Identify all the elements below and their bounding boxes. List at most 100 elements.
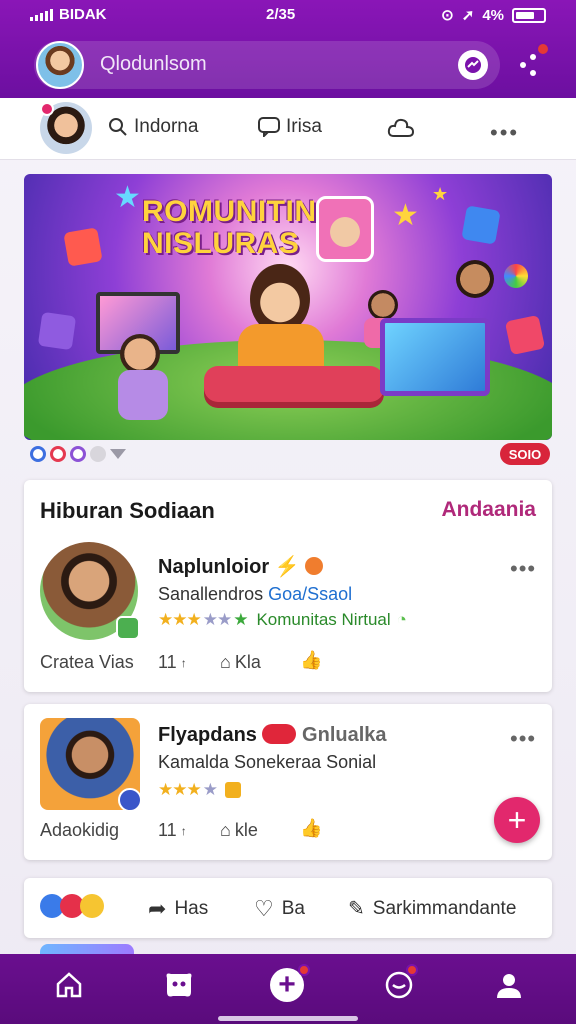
card2-subline: Kamalda Sonekeraa Sonial	[158, 752, 377, 772]
banner-title-line1: ROMUNITIN	[142, 195, 317, 228]
home-indicator[interactable]	[218, 1016, 358, 1021]
banner-badge: SOIO	[500, 443, 550, 465]
search-bar[interactable]: Qlodunlsom	[34, 41, 500, 89]
tab-chat[interactable]: Irisa	[258, 116, 322, 138]
card2-like-label: kle	[234, 820, 258, 840]
pager-dot[interactable]	[90, 446, 106, 462]
banner-title: ROMUNITIN NISLURAS	[142, 196, 316, 260]
home-icon	[56, 972, 82, 998]
chat-badge	[406, 964, 418, 976]
banner-pager[interactable]	[30, 446, 126, 462]
share-button[interactable]	[516, 42, 550, 80]
pager-dot[interactable]	[70, 446, 86, 462]
tab-create[interactable]: +	[270, 964, 310, 1002]
share-arrow-icon: ➦	[148, 896, 167, 921]
card1-count-value: 11	[158, 652, 177, 672]
profile-icon	[497, 974, 521, 998]
reactions-bar: ➦ Has ♡ Ba ✎ Sarkimmandante	[24, 878, 552, 938]
leaf-icon: ◔	[396, 610, 407, 629]
star-green-icon: ★	[233, 610, 249, 629]
tab-search[interactable]: Indorna	[108, 116, 198, 138]
feed-section: Hiburan Sodiaan Andaania Naplunloior ⚡ •…	[24, 480, 552, 692]
baby-right	[456, 260, 494, 298]
verified-icon	[116, 616, 140, 640]
lock-icon	[224, 782, 241, 798]
card1-home[interactable]: ⌂ Kla	[220, 652, 261, 673]
star-empty-icon: ★	[202, 780, 218, 799]
status-time: 2/35	[266, 6, 296, 23]
pager-dot[interactable]	[50, 446, 66, 462]
cloud-icon	[387, 118, 415, 137]
chat-icon	[258, 117, 280, 137]
community-banner[interactable]: ROMUNITIN NISLURAS ★ ★ ★	[24, 174, 552, 440]
search-icon	[109, 118, 127, 136]
star-rating-icon: ★★★	[158, 610, 202, 629]
red-tile-icon	[504, 314, 546, 356]
more-icon[interactable]: •••	[490, 120, 519, 146]
bottom-tab-bar: +	[0, 954, 576, 1024]
battery-icon	[512, 7, 546, 23]
card2-count[interactable]: 11 ↑	[158, 820, 187, 841]
card1-rating-text: Komunitas Nirtual	[256, 610, 391, 629]
section-link[interactable]: Andaania	[441, 498, 536, 522]
notification-dot	[536, 42, 550, 56]
card2-name[interactable]: Flyapdans Gnlualka	[158, 724, 387, 747]
plus-tile-icon	[461, 205, 501, 245]
heart-icon: ♡	[254, 896, 274, 921]
status-right: ⊙ ➚ 4%	[441, 6, 546, 24]
tab-profile[interactable]	[492, 968, 526, 1002]
tab-chat-bubble[interactable]	[382, 964, 418, 1002]
profile-avatar[interactable]	[36, 41, 84, 89]
home-outline-icon: ⌂	[220, 820, 231, 840]
add-post-button[interactable]: +	[494, 797, 540, 843]
share-action[interactable]: ➦ Has	[148, 896, 208, 922]
thumbs-up-icon[interactable]: 👍	[300, 818, 322, 839]
video-badge-icon	[262, 724, 297, 744]
haha-reaction-icon	[80, 894, 104, 918]
card2-meta-left: Adaokidig	[40, 820, 120, 840]
laptop-illustration	[380, 318, 490, 396]
reaction-emojis[interactable]	[40, 894, 104, 918]
card1-subline: Sanallendros Goa/Ssaol	[158, 584, 352, 605]
home-outline-icon: ⌂	[220, 652, 231, 672]
thumbs-up-icon[interactable]: 👍	[300, 650, 322, 671]
pager-arrow-icon[interactable]	[110, 449, 126, 459]
star-empty-icon: ★★	[202, 610, 233, 629]
star-icon: ★	[114, 181, 141, 214]
card1-subline-b[interactable]: Goa/Ssaol	[268, 584, 352, 604]
tab-home[interactable]	[52, 968, 86, 1002]
paint-palette-icon	[504, 264, 528, 288]
card2-count-value: 11	[158, 820, 177, 840]
messenger-button[interactable]	[458, 50, 488, 80]
star-icon: ★	[392, 199, 419, 232]
status-left: BIDAK	[30, 6, 107, 23]
app-header: BIDAK 2/35 ⊙ ➚ 4% Qlodunlsom	[0, 0, 576, 98]
banner-title-line2: NISLURAS	[142, 227, 300, 260]
woman-center-body	[238, 324, 324, 372]
card1-name-text: Naplunloior	[158, 556, 270, 578]
pager-dot[interactable]	[30, 446, 46, 462]
star-rating-icon: ★★★	[158, 780, 202, 799]
card1-more-icon[interactable]: •••	[510, 556, 536, 582]
like-action[interactable]: ♡ Ba	[254, 896, 305, 922]
recommend-action-label: Sarkimmandante	[372, 897, 517, 919]
card1-count[interactable]: 11 ↑	[158, 652, 187, 673]
card1-name[interactable]: Naplunloior ⚡	[158, 554, 324, 579]
pencil-icon: ✎	[348, 898, 365, 920]
status-bar: BIDAK 2/35 ⊙ ➚ 4%	[0, 0, 576, 30]
arrow-tile-icon	[37, 311, 77, 351]
recommend-action[interactable]: ✎ Sarkimmandante	[348, 896, 516, 921]
card1-meta-left: Cratea Vias	[40, 652, 134, 672]
tab-community[interactable]	[162, 968, 196, 1002]
story-avatar[interactable]	[40, 102, 92, 154]
tab-chat-label: Irisa	[286, 116, 322, 137]
card2-home[interactable]: ⌂ kle	[220, 820, 258, 841]
card2-rating: ★★★ ★	[158, 780, 241, 800]
search-input[interactable]: Qlodunlsom	[100, 53, 207, 76]
card2-more-icon[interactable]: •••	[510, 726, 536, 752]
carrier-label: BIDAK	[59, 6, 107, 23]
card2-name-text: Flyapdans	[158, 724, 257, 746]
tab-search-label: Indorna	[134, 116, 199, 137]
tab-cloud[interactable]	[386, 116, 416, 140]
story-badge	[40, 102, 54, 116]
